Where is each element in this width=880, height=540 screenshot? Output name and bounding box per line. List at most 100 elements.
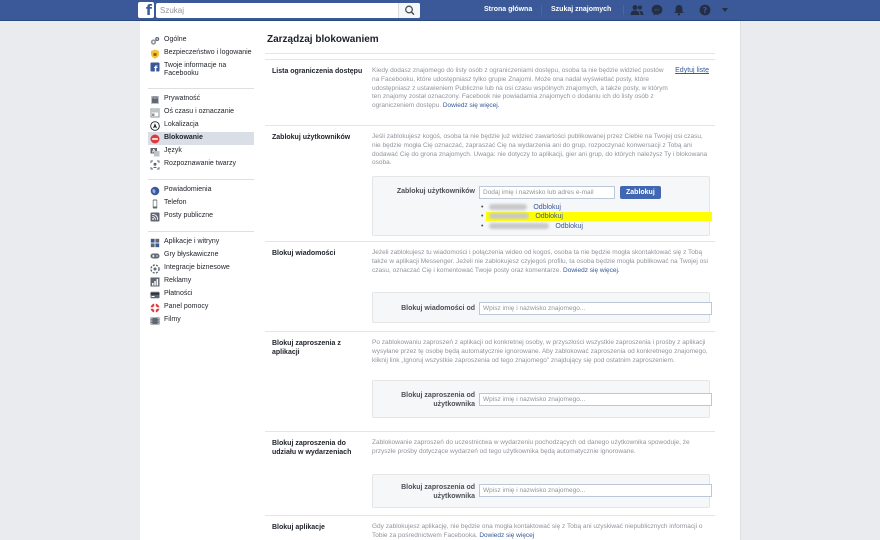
- face-icon: [150, 160, 160, 170]
- sidebar-item-security[interactable]: Bezpieczeństwo i logowanie: [148, 47, 254, 60]
- nav-home-link[interactable]: Strona główna: [484, 6, 532, 13]
- sidebar-item-blocking[interactable]: Blokowanie: [148, 132, 254, 145]
- top-bar: f Strona główna Szukaj znajomych ?: [0, 0, 880, 21]
- sidebar-item-label: Filmy: [164, 315, 181, 323]
- sidebar-item-payments[interactable]: Płatności: [148, 288, 254, 301]
- sidebar-item-location[interactable]: Lokalizacja: [148, 119, 254, 132]
- learn-more-link[interactable]: Dowiedz się więcej: [479, 532, 534, 539]
- unblock-link[interactable]: Odblokuj: [555, 223, 583, 230]
- block-users-panel: Zablokuj użytkowników Zablokuj • Odbloku…: [372, 176, 712, 236]
- svg-text:f: f: [154, 64, 158, 72]
- sidebar-item-timeline[interactable]: Oś czasu i oznaczanie: [148, 106, 254, 119]
- block-app-invites-field-label: Blokuj zaproszenia od użytkownika: [401, 392, 475, 408]
- block-button[interactable]: Zablokuj: [620, 186, 661, 199]
- sidebar-item-business-integrations[interactable]: Integracje biznesowe: [148, 262, 254, 275]
- sidebar-item-label: Lokalizacja: [164, 120, 199, 128]
- rss-icon: [150, 212, 160, 222]
- blurred-user-name: [489, 213, 530, 220]
- section-label: Blokuj wiadomości: [272, 250, 336, 257]
- sidebar-group-notifications: Powiadomienia Telefon Posty publiczne: [148, 184, 254, 223]
- gears-icon: [150, 36, 160, 46]
- friends-icon[interactable]: [630, 4, 644, 16]
- block-messages-panel: Blokuj wiadomości od: [372, 292, 712, 323]
- section-description: Zablokowanie zaproszeń do uczestnictwa w…: [372, 439, 690, 455]
- location-icon: [150, 120, 160, 131]
- search-box: [156, 3, 420, 18]
- sidebar-item-phone[interactable]: Telefon: [148, 197, 254, 210]
- sidebar-item-label: Integracje biznesowe: [164, 263, 230, 271]
- learn-more-link[interactable]: Dowiedz się więcej.: [443, 102, 500, 109]
- section-description: Jeżeli zablokujesz tu wiadomości i połąc…: [372, 249, 710, 275]
- bullet: •: [481, 204, 484, 211]
- block-users-input[interactable]: [479, 186, 615, 199]
- block-app-invites-input[interactable]: [479, 393, 712, 406]
- sidebar-item-label: Oś czasu i oznaczanie: [164, 107, 235, 115]
- sidebar-item-label: Płatności: [164, 289, 193, 297]
- sidebar-item-label: Język: [164, 146, 182, 154]
- sidebar-item-notifications[interactable]: Powiadomienia: [148, 184, 254, 197]
- block-event-invites-field-label: Blokuj zaproszenia od użytkownika: [401, 484, 475, 500]
- section-block-app-invites: Blokuj zaproszenia z aplikacji Po zablok…: [265, 331, 715, 431]
- sidebar-item-videos[interactable]: Filmy: [148, 314, 254, 327]
- section-description-text: Gdy zablokujesz aplikację, nie będzie on…: [372, 523, 703, 539]
- section-label: Blokuj aplikacje: [272, 524, 325, 531]
- content-header: Zarządzaj blokowaniem: [265, 34, 715, 54]
- sidebar-item-label: Bezpieczeństwo i logowanie: [164, 48, 252, 56]
- sidebar-item-label: Reklamy: [164, 276, 192, 284]
- bullet: •: [481, 213, 484, 220]
- page-title: Zarządzaj blokowaniem: [265, 34, 715, 54]
- sidebar-item-privacy[interactable]: Prywatność: [148, 93, 254, 106]
- nav-find-friends-link[interactable]: Szukaj znajomych: [551, 6, 611, 13]
- sidebar-item-support-inbox[interactable]: Panel pomocy: [148, 301, 254, 314]
- globe-icon: [150, 186, 160, 196]
- blurred-user-name: [489, 223, 550, 230]
- integration-icon: [150, 263, 160, 274]
- sidebar-item-ads[interactable]: Reklamy: [148, 275, 254, 288]
- lifebuoy-icon: [150, 303, 160, 313]
- facebook-logo-icon[interactable]: f: [138, 2, 154, 18]
- sidebar-item-face-recognition[interactable]: Rozpoznawanie twarzy: [148, 158, 254, 171]
- block-icon: [150, 134, 160, 144]
- unblock-link[interactable]: Odblokuj: [533, 204, 561, 211]
- section-label: Lista ograniczenia dostępu: [272, 68, 363, 75]
- blocked-user-row: • Odblokuj: [481, 212, 563, 221]
- sidebar-item-label: Gry błyskawiczne: [164, 250, 219, 258]
- search-button[interactable]: [398, 3, 420, 18]
- section-description-text: Jeżeli zablokujesz tu wiadomości i połąc…: [372, 249, 708, 274]
- sidebar-item-label: Panel pomocy: [164, 302, 209, 310]
- blocked-user-row: • Odblokuj: [481, 222, 583, 231]
- block-event-invites-input[interactable]: [479, 484, 712, 497]
- page-border: [740, 21, 741, 540]
- sidebar-item-public-posts[interactable]: Posty publiczne: [148, 210, 254, 223]
- messenger-icon[interactable]: [651, 4, 663, 16]
- search-input[interactable]: [156, 3, 396, 18]
- edit-list-link[interactable]: Edytuj listę: [675, 67, 709, 74]
- block-app-invites-panel: Blokuj zaproszenia od użytkownika: [372, 380, 712, 418]
- block-users-field-label: Zablokuj użytkowników: [396, 188, 475, 195]
- sidebar-item-instant-games[interactable]: Gry błyskawiczne: [148, 249, 254, 262]
- learn-more-link[interactable]: Dowiedz się więcej.: [563, 267, 620, 274]
- question-icon[interactable]: ?: [699, 4, 711, 16]
- timeline-icon: [150, 108, 160, 118]
- block-messages-input[interactable]: [479, 302, 712, 315]
- sidebar-divider: [148, 88, 254, 89]
- sidebar-group-apps: Aplikacje i witryny Gry błyskawiczne Int…: [148, 236, 254, 327]
- sidebar-item-apps[interactable]: Aplikacje i witryny: [148, 236, 254, 249]
- ads-icon: [150, 277, 160, 287]
- sidebar-divider: [148, 231, 254, 232]
- nav-divider: [623, 5, 624, 15]
- unblock-link[interactable]: Odblokuj: [535, 213, 563, 220]
- section-restricted-list: Lista ograniczenia dostępu Kiedy dodasz …: [265, 59, 715, 125]
- sidebar-item-your-info[interactable]: f Twoje informacje na Facebooku: [148, 60, 254, 80]
- bell-icon[interactable]: [673, 4, 685, 16]
- svg-text:?: ?: [703, 6, 708, 15]
- facebook-icon: f: [150, 62, 160, 72]
- sidebar-item-label: Aplikacje i witryny: [164, 237, 220, 245]
- section-description-text: Kiedy dodasz znajomego do listy osób z o…: [372, 67, 668, 110]
- sidebar-item-language[interactable]: A Język: [148, 145, 254, 158]
- gamepad-icon: [150, 251, 160, 261]
- sidebar-item-label: Ogólne: [164, 35, 187, 43]
- sidebar-item-label: Telefon: [164, 198, 187, 206]
- caret-down-icon[interactable]: [721, 7, 729, 13]
- sidebar-item-general[interactable]: Ogólne: [148, 34, 254, 47]
